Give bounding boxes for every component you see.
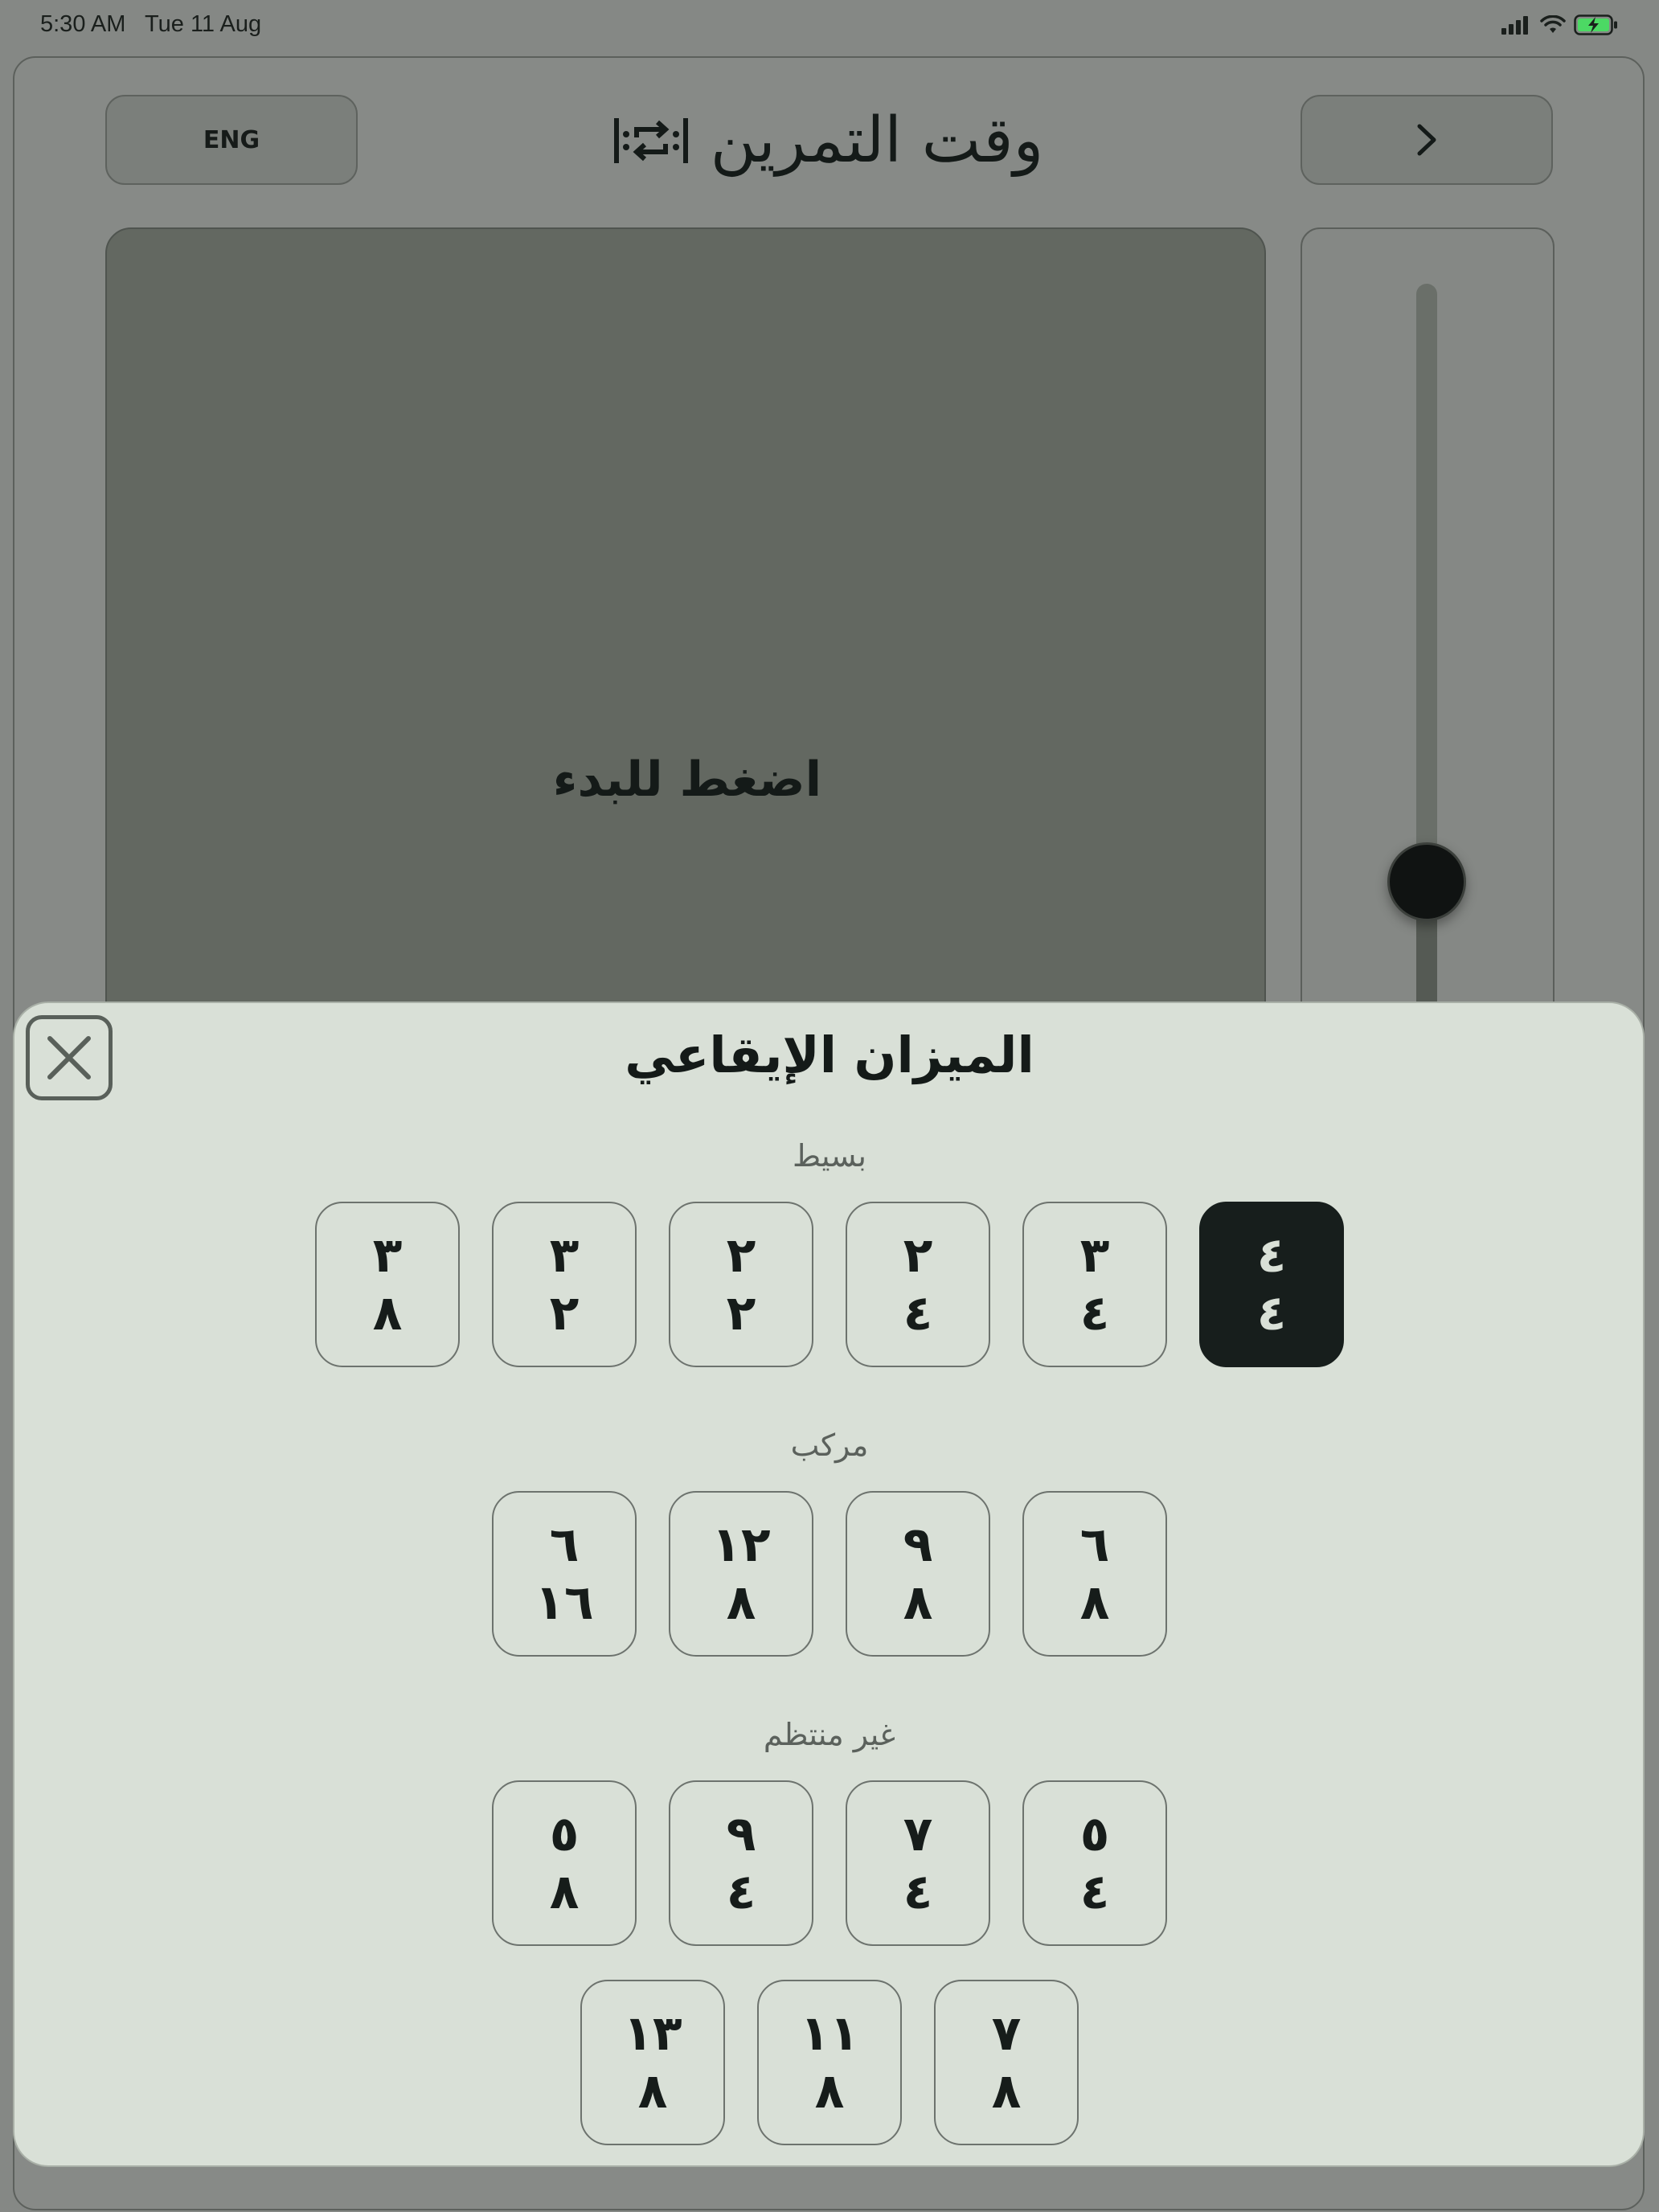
tap-to-start-label: اضغط للبدء: [552, 752, 822, 808]
status-bar: 5:30 AM Tue 11 Aug: [0, 0, 1659, 51]
app-title: وقت التمرين: [595, 92, 1061, 189]
denominator: ٨: [814, 2063, 845, 2120]
time-signature-3-2[interactable]: ٣ ٢: [492, 1202, 637, 1367]
denominator: ٨: [372, 1285, 403, 1342]
loop-repeat-icon: [613, 118, 688, 163]
app-title-text: وقت التمرين: [710, 104, 1044, 177]
numerator: ٧: [903, 1806, 933, 1862]
numerator: ٥: [549, 1806, 580, 1862]
section-label-irregular: غير منتظم: [763, 1717, 896, 1752]
time-signature-9-4[interactable]: ٩ ٤: [669, 1780, 813, 1946]
time-signature-3-8[interactable]: ٣ ٨: [315, 1202, 460, 1367]
denominator: ٨: [1079, 1575, 1110, 1631]
cellular-signal-icon: [1501, 16, 1528, 35]
denominator: ٤: [1079, 1285, 1110, 1342]
denominator: ٤: [1079, 1864, 1110, 1920]
status-time: 5:30 AM: [40, 11, 126, 37]
language-button[interactable]: ENG: [105, 95, 358, 185]
denominator: ٤: [903, 1285, 933, 1342]
time-signature-11-8[interactable]: ١١ ٨: [757, 1980, 902, 2145]
numerator: ٣: [1079, 1227, 1110, 1284]
time-signature-2-2[interactable]: ٢ ٢: [669, 1202, 813, 1367]
time-signature-6-16[interactable]: ٦ ١٦: [492, 1491, 637, 1657]
numerator: ٤: [1256, 1227, 1287, 1284]
time-signature-13-8[interactable]: ١٣ ٨: [580, 1980, 725, 2145]
numerator: ٩: [903, 1517, 933, 1573]
tempo-slider-thumb[interactable]: [1387, 842, 1466, 921]
time-signature-7-4[interactable]: ٧ ٤: [846, 1780, 990, 1946]
time-signature-5-8[interactable]: ٥ ٨: [492, 1780, 637, 1946]
denominator: ٤: [726, 1864, 756, 1920]
numerator: ١١: [800, 2005, 859, 2062]
tap-to-start-area[interactable]: [105, 227, 1266, 1031]
denominator: ٨: [991, 2063, 1022, 2120]
time-signature-7-8[interactable]: ٧ ٨: [934, 1980, 1079, 2145]
next-button[interactable]: [1301, 95, 1553, 185]
status-date: Tue 11 Aug: [145, 11, 262, 37]
denominator: ٤: [1256, 1285, 1287, 1342]
numerator: ١٢: [711, 1517, 771, 1573]
denominator: ٨: [549, 1864, 580, 1920]
numerator: ٦: [1079, 1517, 1110, 1573]
numerator: ٦: [549, 1517, 580, 1573]
denominator: ٨: [903, 1575, 933, 1631]
time-signature-2-4[interactable]: ٢ ٤: [846, 1202, 990, 1367]
time-signature-6-8[interactable]: ٦ ٨: [1022, 1491, 1167, 1657]
numerator: ٧: [991, 2005, 1022, 2062]
denominator: ٨: [637, 2063, 668, 2120]
numerator: ٢: [726, 1227, 756, 1284]
numerator: ٣: [372, 1227, 403, 1284]
sheet-title: الميزان الإيقاعي: [625, 1026, 1034, 1084]
numerator: ٢: [903, 1227, 933, 1284]
numerator: ٥: [1079, 1806, 1110, 1862]
status-icons: [1501, 13, 1619, 37]
denominator: ٢: [726, 1285, 756, 1342]
numerator: ٣: [549, 1227, 580, 1284]
time-signature-9-8[interactable]: ٩ ٨: [846, 1491, 990, 1657]
time-signature-3-4[interactable]: ٣ ٤: [1022, 1202, 1167, 1367]
denominator: ١٦: [535, 1575, 594, 1631]
chevron-right-icon: [1417, 124, 1436, 156]
wifi-icon: [1540, 15, 1566, 33]
numerator: ١٣: [623, 2005, 682, 2062]
time-signature-12-8[interactable]: ١٢ ٨: [669, 1491, 813, 1657]
section-label-compound: مركب: [790, 1428, 869, 1463]
time-signature-5-4[interactable]: ٥ ٤: [1022, 1780, 1167, 1946]
denominator: ٨: [726, 1575, 756, 1631]
section-label-simple: بسيط: [792, 1138, 866, 1174]
battery-charging-icon: [1574, 14, 1617, 35]
numerator: ٩: [726, 1806, 756, 1862]
denominator: ٢: [549, 1285, 580, 1342]
denominator: ٤: [903, 1864, 933, 1920]
time-signature-4-4[interactable]: ٤ ٤: [1199, 1202, 1344, 1367]
